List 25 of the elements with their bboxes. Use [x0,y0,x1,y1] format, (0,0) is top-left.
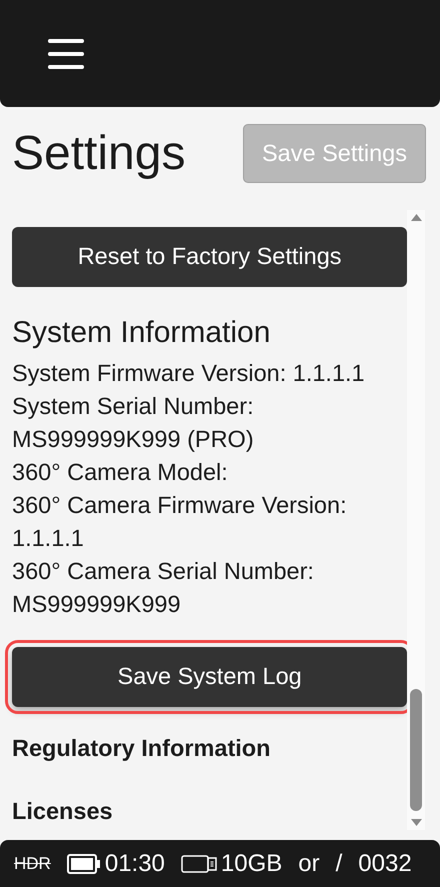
scrollbar[interactable] [407,210,425,830]
shot-count: 0032 [358,848,412,878]
info-text: System Serial Number: MS999999K999 (PRO) [12,392,255,454]
section-heading: System Information [12,315,272,351]
info-text: 360° Camera Firmware Version: 1.1.1.1 [12,491,348,553]
scroll-thumb[interactable] [410,689,422,811]
save-log-button[interactable]: Save System Log [12,647,408,707]
storage-card-icon [180,854,217,872]
section-link[interactable]: Regulatory Information [12,731,408,766]
reset-button[interactable]: Reset to Factory Settings [12,227,408,287]
battery-time: 01:30 [104,848,165,878]
menu-icon [48,36,84,70]
storage-remaining: 10GB [220,848,282,878]
page-title: Settings [12,130,186,178]
info-text: 360° Camera Model: [12,458,229,487]
battery-icon [66,854,101,874]
info-text: System Firmware Version: 1.1.1.1 [12,359,366,388]
scroll-up-icon[interactable] [410,214,422,221]
mode-text: or [298,848,320,878]
hdr-indicator: HDR [14,852,51,875]
menu-button[interactable] [48,36,84,70]
info-text: 360° Camera Serial Number: MS999999K999 [12,557,315,619]
separator-text: / [336,848,342,878]
scroll-down-icon[interactable] [410,819,422,826]
section-link[interactable]: Licenses [12,794,408,830]
